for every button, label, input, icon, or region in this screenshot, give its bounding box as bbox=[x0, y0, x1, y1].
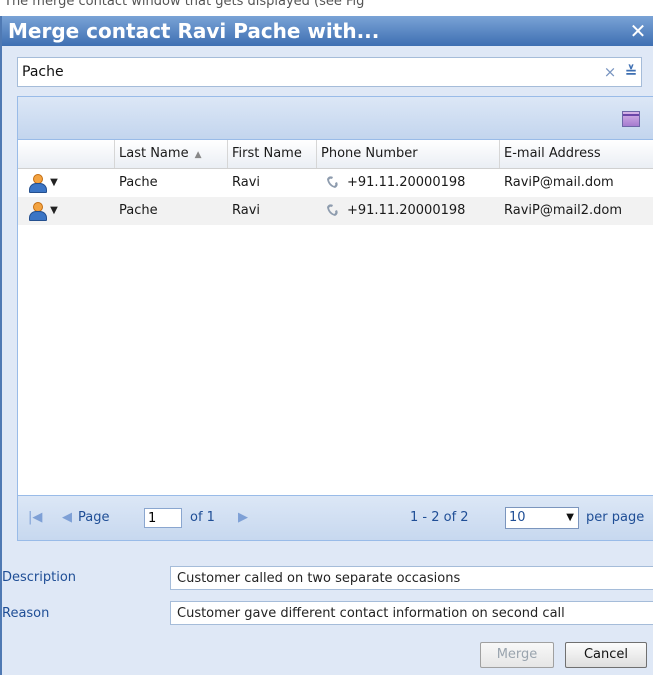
phone-number: +91.11.20000198 bbox=[347, 203, 466, 218]
background-page-text-content: The merge contact window that gets displ… bbox=[4, 0, 365, 9]
phone-cell: +91.11.20000198 bbox=[317, 169, 500, 197]
merge-contact-dialog: Merge contact Ravi Pache with... ✕ × ≚ L… bbox=[0, 16, 653, 675]
background-page-text: The merge contact window that gets displ… bbox=[0, 0, 653, 16]
column-header-label: Last Name bbox=[119, 146, 189, 161]
column-header-label: E-mail Address bbox=[504, 146, 601, 161]
description-label: Description bbox=[2, 570, 77, 585]
record-range-text: 1 - 2 of 2 bbox=[410, 510, 469, 525]
description-field[interactable] bbox=[170, 566, 653, 590]
row-menu-dropdown-icon[interactable]: ▼ bbox=[48, 197, 60, 225]
dialog-titlebar[interactable]: Merge contact Ravi Pache with... ✕ bbox=[2, 16, 653, 46]
clear-icon[interactable]: × bbox=[603, 63, 617, 81]
pagination-bar: |◀ ◀ Page of 1 ▶ 1 - 2 of 2 10 ▼ per pag… bbox=[18, 495, 653, 540]
contacts-grid: Last Name ▲ First Name Phone Number E-mai… bbox=[17, 96, 653, 541]
dropdown-arrow-icon: ▼ bbox=[566, 512, 574, 523]
phone-cell: +91.11.20000198 bbox=[317, 197, 500, 225]
merge-button[interactable]: Merge bbox=[480, 642, 554, 668]
row-menu-dropdown-icon[interactable]: ▼ bbox=[48, 169, 60, 197]
phone-number: +91.11.20000198 bbox=[347, 175, 466, 190]
cancel-button[interactable]: Cancel bbox=[565, 642, 647, 668]
column-header-first-name[interactable]: First Name bbox=[228, 140, 317, 168]
column-header-last-name[interactable]: Last Name ▲ bbox=[115, 140, 228, 168]
search-field: × ≚ bbox=[17, 57, 642, 87]
email-cell: RaviP@mail.dom bbox=[504, 175, 614, 190]
reason-label: Reason bbox=[2, 606, 50, 621]
phone-icon[interactable] bbox=[325, 175, 341, 189]
column-header-icon bbox=[18, 140, 115, 168]
next-page-icon[interactable]: ▶ bbox=[238, 496, 248, 540]
reason-field[interactable] bbox=[170, 601, 653, 625]
grid-toolbar bbox=[18, 97, 653, 140]
grid-header: Last Name ▲ First Name Phone Number E-mai… bbox=[18, 140, 653, 169]
table-row[interactable]: ▼ Pache Ravi +91.11.20000198 RaviP@mail2… bbox=[18, 197, 653, 225]
last-name-cell: Pache bbox=[119, 203, 158, 218]
column-header-phone[interactable]: Phone Number bbox=[317, 140, 500, 168]
search-input[interactable] bbox=[18, 58, 586, 86]
table-row[interactable]: ▼ Pache Ravi +91.11.20000198 RaviP@mail.… bbox=[18, 169, 653, 197]
dialog-title: Merge contact Ravi Pache with... bbox=[8, 19, 380, 43]
first-page-icon[interactable]: |◀ bbox=[28, 496, 42, 540]
column-header-label: Phone Number bbox=[321, 146, 418, 161]
page-number-input[interactable] bbox=[144, 508, 182, 528]
phone-icon[interactable] bbox=[325, 203, 341, 217]
person-icon[interactable] bbox=[28, 202, 47, 221]
page-size-value: 10 bbox=[509, 510, 526, 525]
page-size-select[interactable]: 10 ▼ bbox=[505, 507, 579, 529]
last-name-cell: Pache bbox=[119, 175, 158, 190]
email-cell: RaviP@mail2.dom bbox=[504, 203, 622, 218]
first-name-cell: Ravi bbox=[232, 175, 261, 190]
column-header-email[interactable]: E-mail Address bbox=[500, 140, 653, 168]
first-name-cell: Ravi bbox=[232, 203, 261, 218]
person-icon[interactable] bbox=[28, 174, 47, 193]
column-header-label: First Name bbox=[232, 146, 302, 161]
close-icon[interactable]: ✕ bbox=[627, 16, 649, 46]
page-label: Page bbox=[78, 510, 110, 525]
columns-icon[interactable] bbox=[622, 111, 640, 127]
sort-asc-icon: ▲ bbox=[194, 150, 202, 160]
page-of-label: of 1 bbox=[190, 510, 215, 525]
expand-icon[interactable]: ≚ bbox=[623, 61, 639, 83]
prev-page-icon[interactable]: ◀ bbox=[62, 496, 72, 540]
per-page-label: per page bbox=[586, 510, 645, 525]
